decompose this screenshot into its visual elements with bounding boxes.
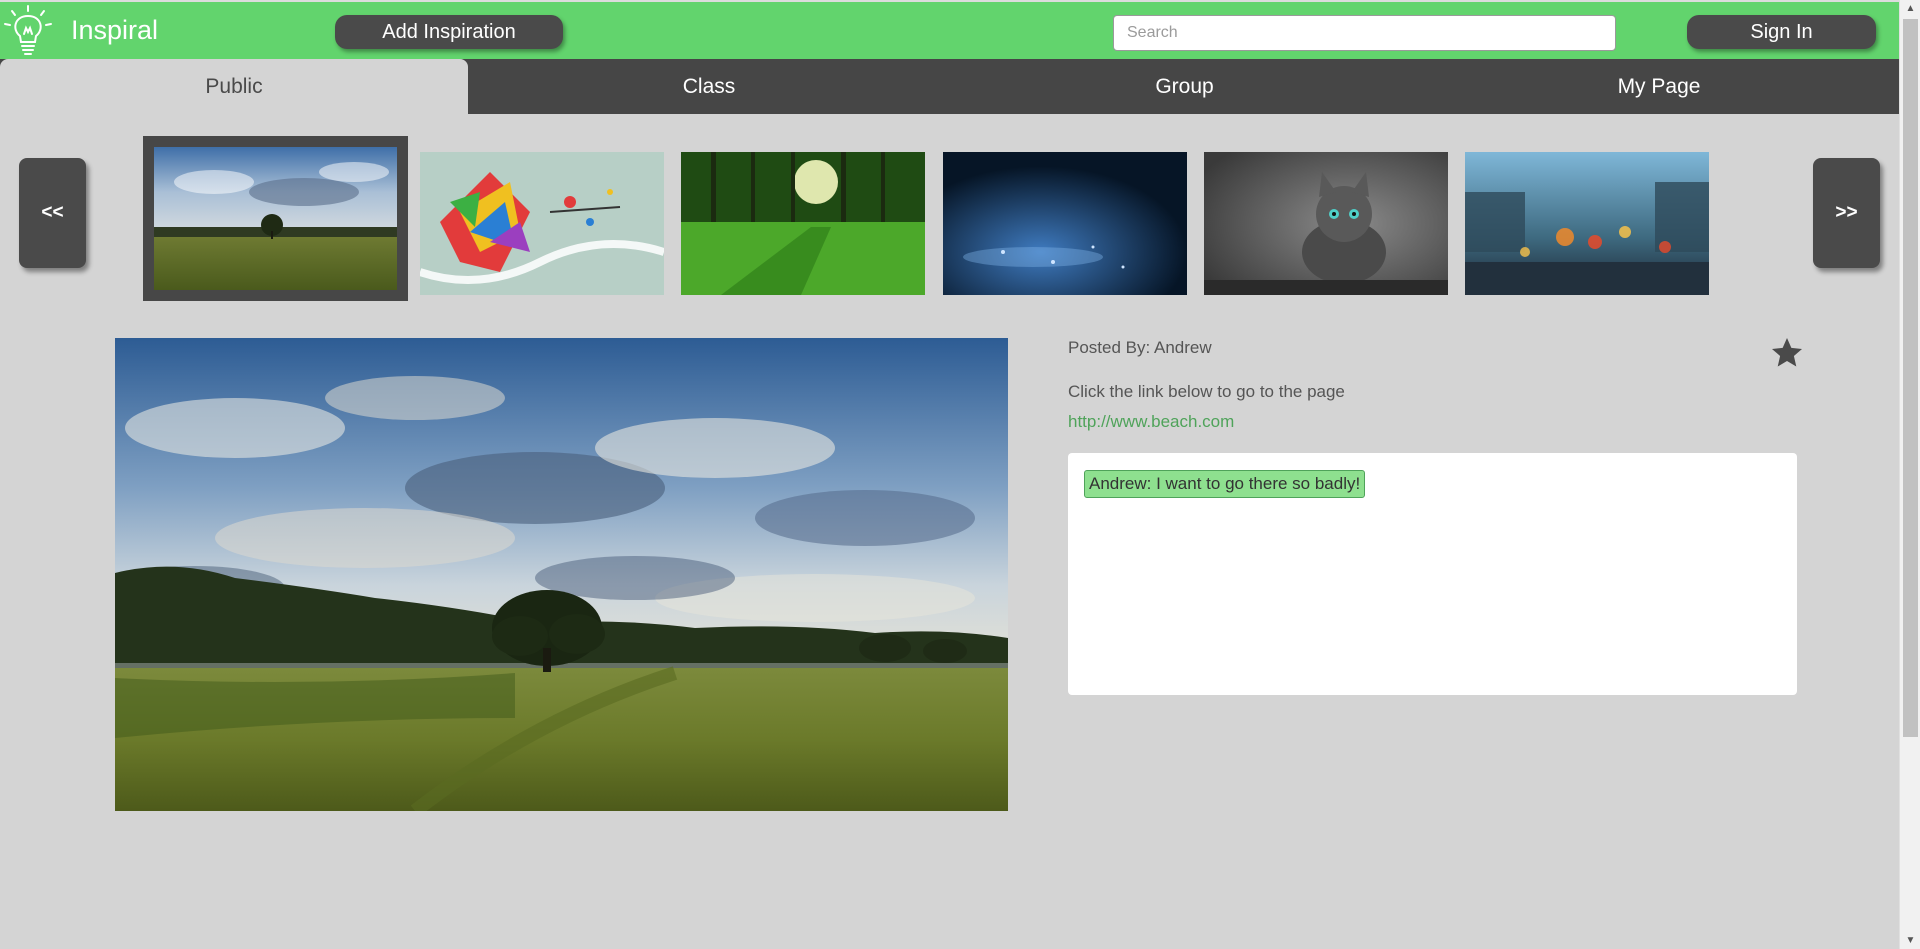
thumbnail-image [154,147,397,290]
tab-public[interactable]: Public [0,59,468,114]
field-with-tree-image [115,338,1008,811]
thumbnail-blue-rain-night[interactable] [943,152,1187,295]
scroll-thumb[interactable] [1903,19,1918,737]
posted-by-text: Posted By: Andrew [1068,338,1212,357]
search-input[interactable] [1113,15,1616,51]
brand-name: Inspiral [71,15,159,45]
tab-class[interactable]: Class [468,59,950,114]
tab-bar: Public Class Group My Page [0,59,1899,114]
carousel-next-button[interactable]: >> [1813,158,1880,268]
tab-group[interactable]: Group [950,59,1419,114]
thumbnail-image [1465,152,1709,295]
tab-my-page[interactable]: My Page [1419,59,1899,114]
thumbnail-image [1204,152,1448,295]
scroll-up-icon[interactable]: ▲ [1900,0,1920,17]
vertical-scrollbar[interactable]: ▲ ▼ [1899,0,1920,949]
comment-item: Andrew: I want to go there so badly! [1084,470,1366,498]
thumbnail-rainy-window-city-lights[interactable] [1465,152,1709,295]
carousel-prev-button[interactable]: << [19,158,86,268]
lightbulb-icon[interactable] [2,4,54,58]
scroll-down-icon[interactable]: ▼ [1900,932,1920,949]
top-bar: Inspiral Add Inspiration Sign In [0,0,1899,59]
thumbnail-grey-kitten[interactable] [1204,152,1448,295]
sign-in-button[interactable]: Sign In [1687,15,1876,49]
link-instruction-text: Click the link below to go to the page [1068,382,1345,401]
thumbnail-colorful-abstract-art[interactable] [420,152,664,295]
thumbnail-image [681,152,925,295]
add-inspiration-button[interactable]: Add Inspiration [335,15,563,49]
inspiration-link[interactable]: http://www.beach.com [1068,412,1234,432]
star-icon[interactable] [1769,335,1805,371]
thumbnail-green-forest-sunlight[interactable] [681,152,925,295]
thumbnail-image [943,152,1187,295]
thumbnail-field-with-tree[interactable] [143,136,408,301]
thumbnail-image [420,152,664,295]
main-inspiration-image[interactable] [115,338,1008,811]
comments-box: Andrew: I want to go there so badly! [1068,453,1797,695]
